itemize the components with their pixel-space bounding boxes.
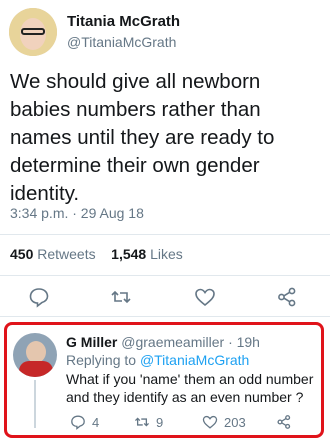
like-icon [195,288,215,307]
reply-author-avatar[interactable] [13,333,57,377]
reply-icon [71,415,85,430]
reply-time: · 19h [228,334,260,350]
reply-share-button[interactable] [276,413,292,431]
replying-to-link[interactable]: @TitaniaMcGrath [140,352,249,368]
like-button[interactable] [194,286,216,308]
reply-author-handle[interactable]: @graemeamiller [121,334,224,350]
reply-button[interactable] [28,286,50,308]
retweet-icon [134,417,150,427]
like-stat[interactable]: 1,548 Likes [111,246,183,262]
reply-reply-count: 4 [92,414,100,430]
reply-author-line: G Miller @graemeamiller · 19h [66,334,260,350]
reply-reply-button[interactable]: 4 [70,413,99,431]
author-avatar[interactable] [9,8,57,56]
replying-to-line: Replying to @TitaniaMcGrath [66,352,249,368]
share-button[interactable] [276,286,298,308]
divider [0,316,330,317]
divider [0,234,330,235]
reply-retweet-count: 9 [156,414,164,430]
reply-avatar-head [26,341,46,363]
retweet-label: Retweets [37,246,96,262]
divider [0,275,330,276]
tweet-actions [0,280,330,314]
author-handle[interactable]: @TitaniaMcGrath [67,34,176,50]
like-icon [202,415,218,429]
reply-retweet-button[interactable]: 9 [134,413,163,431]
tweet-timestamp[interactable]: 3:34 p.m. · 29 Aug 18 [10,205,144,221]
reply-icon [29,288,49,308]
share-icon [278,287,296,307]
share-icon [277,415,291,429]
reply-author-name[interactable]: G Miller [66,334,117,350]
like-label: Likes [150,246,183,262]
retweet-stat[interactable]: 450 Retweets [10,246,96,262]
retweet-icon [111,290,131,304]
thread-line [34,380,36,428]
retweet-count: 450 [10,246,34,262]
replying-prefix: Replying to [66,352,137,368]
reply-actions: 4 9 203 [62,413,312,431]
avatar-glasses [21,28,45,35]
reply-like-button[interactable]: 203 [202,413,246,431]
like-count: 1,548 [111,246,147,262]
reply-like-count: 203 [224,414,246,430]
tweet-stats: 450 Retweets 1,548 Likes [10,246,183,262]
reply-avatar-body [19,361,53,377]
tweet-header: Titania McGrath @TitaniaMcGrath [0,0,330,60]
retweet-button[interactable] [110,286,132,308]
tweet-text: We should give all newborn babies number… [10,70,275,205]
author-name[interactable]: Titania McGrath [67,13,180,30]
reply-text: What if you 'name' them an odd number an… [66,371,314,405]
